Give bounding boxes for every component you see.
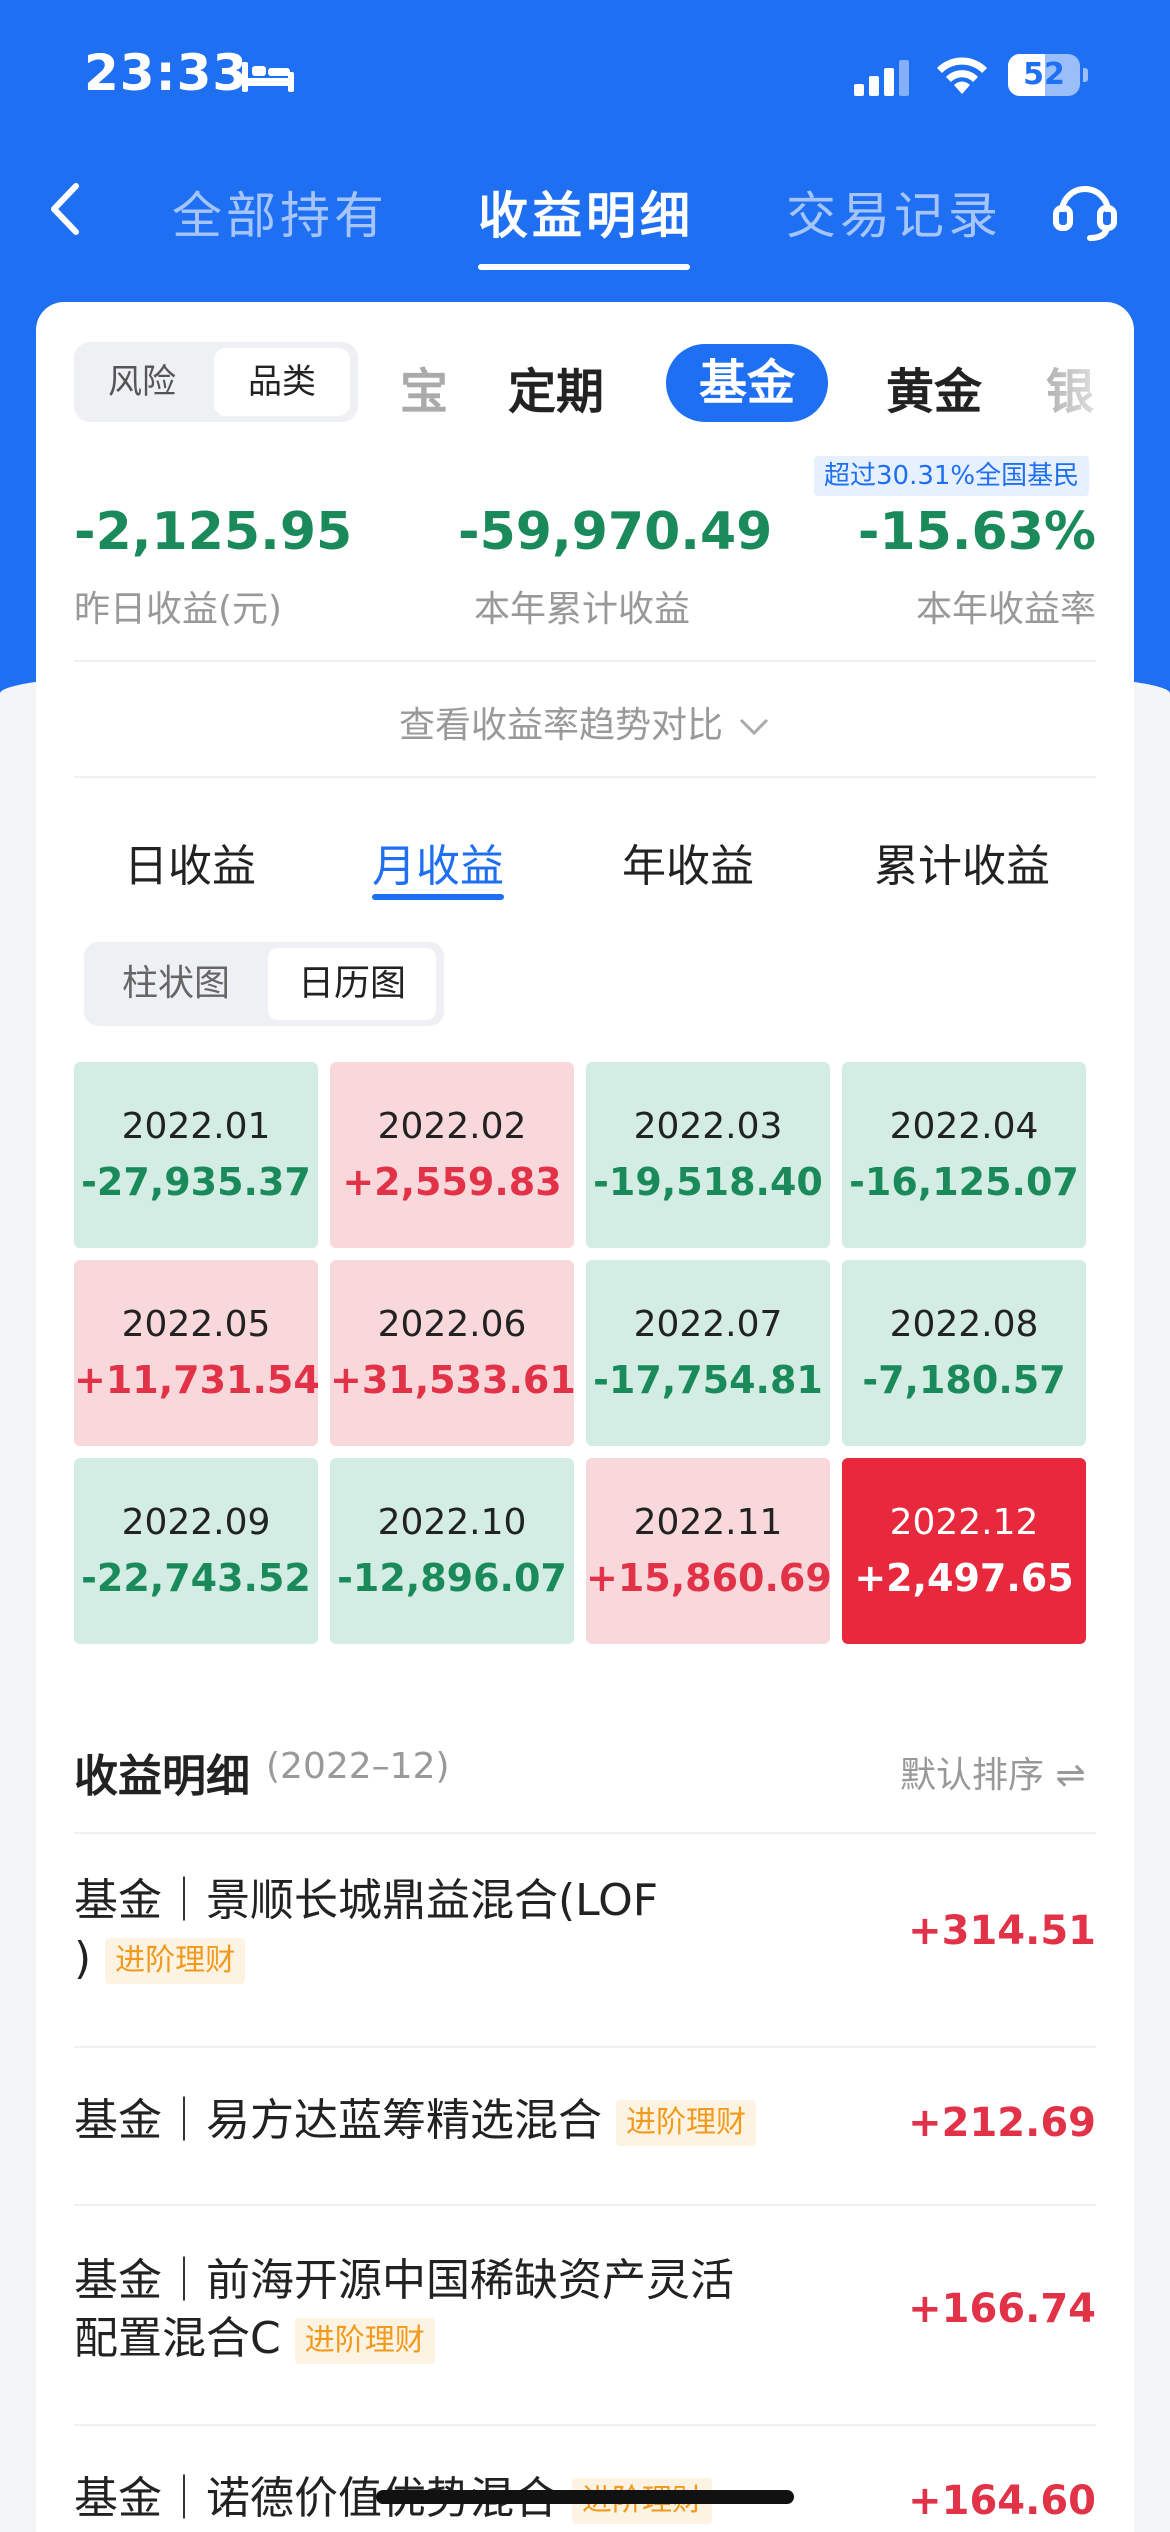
calendar-month-cell[interactable]: 2022.11 +15,860.69 bbox=[586, 1458, 832, 1644]
yesterday-earnings-value: -2,125.95 bbox=[74, 502, 353, 562]
calendar-month-label: 2022.10 bbox=[377, 1502, 527, 1543]
calendar-month-cell[interactable]: 2022.10 -12,896.07 bbox=[330, 1458, 574, 1644]
calendar-month-label: 2022.08 bbox=[889, 1304, 1039, 1345]
calendar-month-cell[interactable]: 2022.05 +11,731.54 bbox=[74, 1260, 320, 1446]
view-return-trend-link[interactable]: 查看收益率趋势对比 bbox=[36, 696, 1134, 748]
toggle-category[interactable]: 品类 bbox=[214, 348, 350, 416]
category-tab-gold[interactable]: 黄金 bbox=[886, 352, 982, 422]
calendar-month-label: 2022.06 bbox=[377, 1304, 527, 1345]
ytd-return-rate-value: -15.63% bbox=[857, 502, 1096, 562]
ytd-earnings-value: -59,970.49 bbox=[458, 502, 773, 562]
period-tab-daily[interactable]: 日收益 bbox=[124, 830, 256, 894]
fund-name: 基金｜前海开源中国稀缺资产灵活 配置混合C 进阶理财 bbox=[74, 2255, 734, 2364]
status-time: 23:33 bbox=[84, 44, 249, 102]
ytd-earnings-label: 本年累计收益 bbox=[474, 589, 691, 630]
calendar-month-label: 2022.11 bbox=[633, 1502, 783, 1543]
calendar-month-value: -22,743.52 bbox=[81, 1556, 311, 1600]
divider bbox=[74, 2424, 1096, 2426]
detail-section-period: (2022–12) bbox=[266, 1746, 450, 1787]
sort-button[interactable]: 默认排序 ⇌ bbox=[900, 1746, 1086, 1798]
fund-tag: 进阶理财 bbox=[294, 2318, 435, 2364]
calendar-month-cell[interactable]: 2022.04 -16,125.07 bbox=[842, 1062, 1086, 1248]
calendar-month-label: 2022.01 bbox=[121, 1106, 271, 1147]
calendar-month-label: 2022.09 bbox=[121, 1502, 271, 1543]
calendar-month-value: -12,896.07 bbox=[337, 1556, 567, 1600]
earnings-card: 风险 品类 宝 定期 基金 黄金 银 超过30.31%全国基民 -2,125.9… bbox=[36, 302, 1134, 2532]
period-tab-cumulative[interactable]: 累计收益 bbox=[874, 830, 1050, 894]
chevron-down-icon bbox=[739, 718, 769, 736]
divider bbox=[74, 1832, 1096, 1834]
calendar-month-cell[interactable]: 2022.01 -27,935.37 bbox=[74, 1062, 318, 1248]
battery-indicator: 52 bbox=[1008, 54, 1088, 96]
calendar-month-cell[interactable]: 2022.02 +2,559.83 bbox=[330, 1062, 574, 1248]
calendar-month-value: -27,935.37 bbox=[81, 1160, 311, 1204]
fund-tag: 进阶理财 bbox=[616, 2100, 756, 2146]
divider bbox=[74, 2204, 1096, 2206]
calendar-month-cell[interactable]: 2022.07 -17,754.81 bbox=[586, 1260, 830, 1446]
toggle-risk[interactable]: 风险 bbox=[82, 348, 202, 416]
cellular-signal-icon bbox=[854, 60, 909, 96]
calendar-month-label: 2022.05 bbox=[121, 1304, 271, 1345]
divider bbox=[74, 2046, 1096, 2048]
calendar-month-cell[interactable]: 2022.03 -19,518.40 bbox=[586, 1062, 830, 1248]
tab-all-holdings[interactable]: 全部持有 bbox=[172, 176, 388, 248]
category-tab-fixed-term[interactable]: 定期 bbox=[508, 352, 604, 422]
calendar-month-value: -16,125.07 bbox=[849, 1160, 1079, 1204]
calendar-month-value: -17,754.81 bbox=[593, 1358, 823, 1402]
tab-earnings-detail[interactable]: 收益明细 bbox=[478, 176, 694, 248]
fund-amount: +166.74 bbox=[908, 2286, 1096, 2332]
calendar-month-cell[interactable]: 2022.08 -7,180.57 bbox=[842, 1260, 1086, 1446]
category-tab-bao[interactable]: 宝 bbox=[400, 352, 448, 422]
active-tab-indicator bbox=[478, 264, 690, 270]
calendar-month-cell[interactable]: 2022.12 +2,497.65 bbox=[842, 1458, 1086, 1644]
fund-row[interactable]: 基金｜易方达蓝筹精选混合 进阶理财 +212.69 bbox=[74, 2092, 1096, 2172]
period-tab-yearly[interactable]: 年收益 bbox=[622, 830, 754, 894]
calendar-month-label: 2022.03 bbox=[633, 1106, 783, 1147]
calendar-month-label: 2022.07 bbox=[633, 1304, 783, 1345]
rank-badge: 超过30.31%全国基民 bbox=[814, 456, 1090, 496]
toggle-calendar-view[interactable]: 日历图 bbox=[268, 948, 436, 1020]
customer-service-icon[interactable] bbox=[1050, 174, 1120, 244]
period-tab-monthly[interactable]: 月收益 bbox=[372, 830, 504, 894]
battery-percent: 52 bbox=[1023, 57, 1065, 92]
risk-category-toggle: 风险 品类 bbox=[74, 342, 358, 422]
calendar-month-value: -7,180.57 bbox=[862, 1358, 1066, 1402]
fund-amount: +212.69 bbox=[908, 2100, 1096, 2146]
wifi-icon bbox=[937, 57, 987, 94]
period-tab-indicator bbox=[372, 894, 504, 900]
fund-amount: +164.60 bbox=[908, 2478, 1096, 2524]
toggle-bar-chart[interactable]: 柱状图 bbox=[92, 948, 260, 1020]
sleep-focus-icon bbox=[242, 62, 294, 92]
divider bbox=[74, 660, 1096, 662]
tab-transaction-records[interactable]: 交易记录 bbox=[786, 176, 1002, 248]
status-bar: 23:33 52 bbox=[0, 0, 1170, 150]
calendar-month-value: +11,731.54 bbox=[74, 1358, 320, 1402]
calendar-month-value: +15,860.69 bbox=[586, 1556, 832, 1600]
fund-amount: +314.51 bbox=[908, 1908, 1096, 1954]
calendar-month-label: 2022.02 bbox=[377, 1106, 527, 1147]
calendar-month-value: +2,559.83 bbox=[342, 1160, 562, 1204]
back-arrow-icon[interactable] bbox=[40, 174, 90, 244]
category-tab-fund[interactable]: 基金 bbox=[666, 344, 828, 422]
fund-row[interactable]: 基金｜景顺长城鼎益混合(LOF ) 进阶理财 +314.51 bbox=[74, 1872, 1096, 2012]
fund-name: 基金｜景顺长城鼎益混合(LOF ) 进阶理财 bbox=[74, 1875, 659, 1984]
calendar-month-label: 2022.12 bbox=[889, 1502, 1039, 1543]
ytd-return-rate-label: 本年收益率 bbox=[915, 589, 1096, 630]
top-navigation: 全部持有 收益明细 交易记录 bbox=[0, 160, 1170, 280]
fund-tag: 进阶理财 bbox=[105, 1938, 246, 1984]
chart-view-toggle: 柱状图 日历图 bbox=[84, 942, 444, 1026]
calendar-month-cell[interactable]: 2022.06 +31,533.61 bbox=[330, 1260, 576, 1446]
calendar-month-label: 2022.04 bbox=[889, 1106, 1039, 1147]
fund-name: 基金｜易方达蓝筹精选混合 进阶理财 bbox=[74, 2092, 756, 2150]
trend-link-label: 查看收益率趋势对比 bbox=[398, 705, 723, 746]
detail-section-title: 收益明细 bbox=[74, 1751, 250, 1802]
home-indicator bbox=[376, 2490, 794, 2504]
calendar-month-cell[interactable]: 2022.09 -22,743.52 bbox=[74, 1458, 318, 1644]
fund-row[interactable]: 基金｜前海开源中国稀缺资产灵活 配置混合C 进阶理财 +166.74 bbox=[74, 2252, 1096, 2392]
calendar-month-value: -19,518.40 bbox=[593, 1160, 823, 1204]
calendar-month-value: +31,533.61 bbox=[330, 1358, 576, 1402]
calendar-month-value: +2,497.65 bbox=[854, 1556, 1074, 1600]
divider bbox=[74, 776, 1096, 778]
yesterday-earnings-label: 昨日收益(元) bbox=[74, 589, 283, 630]
